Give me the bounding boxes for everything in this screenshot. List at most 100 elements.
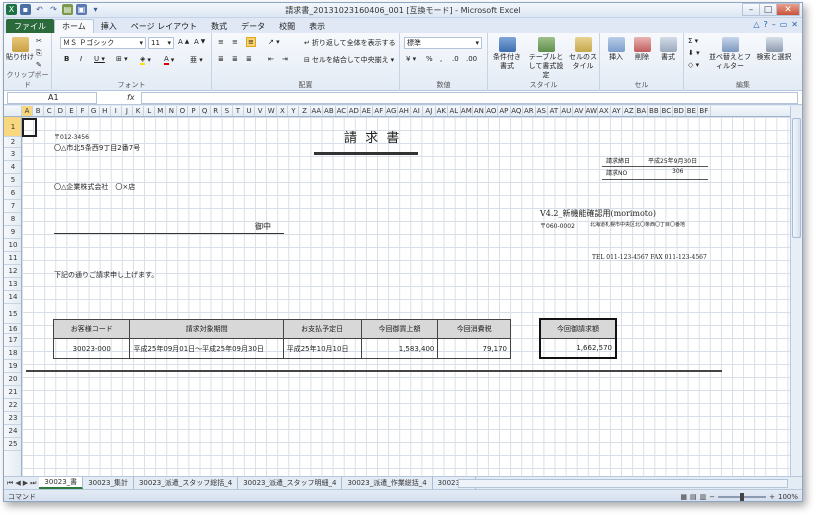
cell-billing-period[interactable]: 平成25年09月01日～平成25年09月30日 — [129, 338, 284, 359]
sheet-tab-summary[interactable]: 30023_集計 — [83, 477, 134, 489]
row-header[interactable]: 3 — [4, 148, 21, 161]
fill-icon[interactable]: ⬇ ▾ — [688, 49, 700, 57]
column-header[interactable]: BE — [686, 106, 699, 116]
paste-button[interactable]: 貼り付け — [6, 37, 34, 62]
sheet-tab-work-summary[interactable]: 30023_派遣_作業総括_4 — [342, 477, 433, 489]
phonetic-icon[interactable]: 亜 ▾ — [190, 55, 203, 65]
worksheet-grid[interactable]: 請 求 書 〒012-3456 〇△市北5条西9丁目2番7号 〇△企業株式会社 … — [22, 117, 792, 476]
column-header[interactable]: AW — [586, 106, 599, 116]
row-header[interactable]: 4 — [4, 161, 21, 174]
percent-icon[interactable]: % — [426, 55, 433, 63]
column-header[interactable]: AF — [373, 106, 386, 116]
copy-icon[interactable]: ⎘ — [36, 49, 42, 58]
decrease-indent-icon[interactable]: ⇤ — [268, 55, 274, 63]
vertical-scroll-thumb[interactable] — [792, 118, 801, 238]
row-header[interactable]: 11 — [4, 252, 21, 265]
row-header[interactable]: 13 — [4, 278, 21, 291]
wrap-text-button[interactable]: ↵ 折り返して全体を表示する — [304, 38, 396, 48]
tab-insert[interactable]: 挿入 — [94, 19, 124, 33]
column-header[interactable]: AS — [536, 106, 549, 116]
column-header[interactable]: T — [233, 106, 244, 116]
column-header[interactable]: AV — [573, 106, 586, 116]
column-header[interactable]: O — [177, 106, 189, 116]
column-header[interactable]: D — [55, 106, 67, 116]
number-format-select[interactable]: 標準 ▾ — [404, 37, 482, 49]
minimize-button[interactable]: – — [742, 3, 760, 16]
active-cell-a1[interactable] — [22, 118, 37, 137]
row-header[interactable]: 25 — [4, 438, 21, 451]
cell-styles-button[interactable]: セルのスタイル — [568, 37, 598, 71]
column-header[interactable]: C — [44, 106, 56, 116]
column-header[interactable]: BF — [698, 106, 711, 116]
row-header[interactable]: 8 — [4, 213, 21, 226]
row-header[interactable]: 10 — [4, 239, 21, 252]
column-header[interactable]: V — [255, 106, 267, 116]
zoom-slider[interactable] — [718, 492, 767, 501]
column-header[interactable]: Q — [200, 106, 211, 116]
column-header[interactable]: AR — [523, 106, 536, 116]
next-sheet-icon[interactable]: ▶ — [23, 479, 28, 488]
sheet-tab-invoice[interactable]: 30023_書 — [39, 477, 84, 489]
column-header[interactable]: AX — [598, 106, 611, 116]
column-header[interactable]: AC — [336, 106, 349, 116]
tab-formulas[interactable]: 数式 — [204, 19, 234, 33]
cell-customer-code[interactable]: 30023-000 — [52, 338, 131, 359]
column-header[interactable]: AJ — [423, 106, 436, 116]
currency-icon[interactable]: ¥ ▾ — [406, 55, 416, 63]
column-header[interactable]: BC — [661, 106, 674, 116]
column-header[interactable]: AN — [473, 106, 486, 116]
column-header[interactable]: Y — [288, 106, 300, 116]
tab-file[interactable]: ファイル — [6, 19, 54, 33]
column-header[interactable]: AB — [323, 106, 336, 116]
column-header[interactable]: AA — [311, 106, 324, 116]
column-header[interactable]: E — [66, 106, 78, 116]
row-header[interactable]: 22 — [4, 399, 21, 412]
column-header[interactable]: P — [189, 106, 200, 116]
align-right-icon[interactable]: ≣ — [246, 55, 252, 63]
minimize-ribbon-icon[interactable]: △ — [753, 20, 759, 29]
row-header[interactable]: 12 — [4, 265, 21, 278]
first-sheet-icon[interactable]: ⏮ — [7, 479, 13, 488]
format-as-table-button[interactable]: テーブルとして書式設定 — [526, 37, 566, 80]
zoom-level[interactable]: 100% — [778, 493, 798, 501]
row-header[interactable]: 20 — [4, 373, 21, 386]
row-header[interactable]: 1 — [4, 117, 21, 137]
increase-indent-icon[interactable]: ⇥ — [282, 55, 288, 63]
maximize-button[interactable]: □ — [759, 3, 777, 16]
tab-review[interactable]: 校閲 — [272, 19, 302, 33]
cell-total[interactable]: 1,662,570 — [539, 337, 617, 359]
last-sheet-icon[interactable]: ⏭ — [30, 479, 36, 488]
increase-decimal-icon[interactable]: .0 — [452, 55, 459, 63]
workbook-close-icon[interactable]: ✕ — [791, 20, 798, 29]
column-header[interactable]: AL — [448, 106, 461, 116]
column-header[interactable]: G — [89, 106, 100, 116]
row-header[interactable]: 7 — [4, 200, 21, 213]
cut-icon[interactable]: ✂ — [36, 37, 42, 45]
column-header[interactable]: J — [122, 106, 133, 116]
bold-button[interactable]: B — [64, 55, 69, 63]
row-header[interactable]: 14 — [4, 291, 21, 304]
zoom-out-icon[interactable]: − — [709, 493, 715, 501]
fill-color-icon[interactable]: ◈ ▾ — [140, 55, 151, 65]
underline-button[interactable]: U ▾ — [94, 55, 105, 63]
zoom-in-icon[interactable]: + — [769, 493, 775, 501]
sheet-tab-staff-summary[interactable]: 30023_派遣_スタッフ総括_4 — [134, 477, 239, 489]
row-header[interactable]: 9 — [4, 226, 21, 239]
comma-icon[interactable]: , — [440, 55, 442, 63]
decrease-decimal-icon[interactable]: .00 — [466, 55, 477, 63]
workbook-minimize-icon[interactable]: – — [772, 20, 776, 29]
column-header[interactable]: I — [111, 106, 122, 116]
row-header[interactable]: 5 — [4, 174, 21, 187]
delete-cells-button[interactable]: 削除 — [630, 37, 654, 62]
prev-sheet-icon[interactable]: ◀ — [15, 479, 20, 488]
font-color-icon[interactable]: A ▾ — [164, 55, 174, 65]
tab-page-layout[interactable]: ページ レイアウト — [124, 19, 204, 33]
column-header[interactable]: F — [78, 106, 89, 116]
column-header[interactable]: AQ — [511, 106, 524, 116]
row-header[interactable]: 19 — [4, 360, 21, 373]
insert-cells-button[interactable]: 挿入 — [604, 37, 628, 62]
column-header[interactable]: X — [277, 106, 289, 116]
insert-function-icon[interactable]: fx — [127, 93, 135, 102]
column-header[interactable]: B — [33, 106, 45, 116]
column-header[interactable]: AI — [411, 106, 424, 116]
